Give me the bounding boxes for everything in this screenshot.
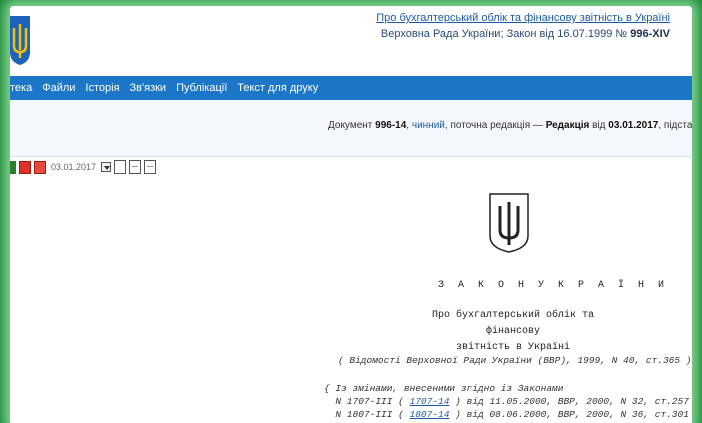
law-number: 996-XIV <box>630 28 670 40</box>
changes-heading: { Із змінами, внесеними згідно із Закона… <box>324 383 564 394</box>
pdf-icon[interactable] <box>19 160 31 174</box>
doc-status-link[interactable]: чинний, <box>412 120 448 131</box>
print-document-icon[interactable] <box>144 160 157 174</box>
edit-icon[interactable] <box>10 160 16 174</box>
law-changes: { Із змінами, внесеними згідно із Закона… <box>324 382 689 421</box>
edition-date-select[interactable]: 03.01.2017 <box>51 162 96 172</box>
doc-edition-label: Редакція <box>545 120 590 131</box>
pdf-download-icon[interactable] <box>34 160 46 174</box>
document-subtitle: Верховна Рада України; Закон від 16.07.1… <box>381 28 670 40</box>
chevron-down-icon[interactable] <box>101 162 112 172</box>
change-number: N 1707-III <box>335 396 393 407</box>
coat-of-arms-icon <box>489 193 529 253</box>
doc-mid-text: поточна редакція — <box>450 120 543 131</box>
change-link[interactable]: 1707-14 <box>410 396 450 407</box>
doc-prefix: Документ <box>328 120 373 131</box>
change-row: N 1707-III ( 1707-14 ) від 11.05.2000, В… <box>335 396 689 407</box>
law-text: З А К О Н У К Р А Ї Н И Про бухгалтерськ… <box>10 182 692 423</box>
main-nav: тека Файли Історія Зв'язки Публікації Те… <box>10 76 692 100</box>
text-document-icon[interactable] <box>129 160 142 174</box>
change-link[interactable]: 1807-14 <box>410 409 450 420</box>
site-header: Про бухгалтерський облік та фінансову зв… <box>10 6 692 76</box>
doc-edition-date: 03.01.2017 <box>608 120 659 131</box>
trident-logo-icon <box>10 16 30 65</box>
law-source: ( Відомості Верховної Ради України (ВВР)… <box>338 355 692 366</box>
doc-tail-text: , підстава 170 <box>658 120 692 131</box>
change-number: N 1807-III <box>335 409 393 420</box>
nav-item-links[interactable]: Зв'язки <box>130 82 167 94</box>
nav-item-history[interactable]: Історія <box>85 82 119 94</box>
change-row: N 1807-III ( 1807-14 ) від 08.06.2000, В… <box>335 409 689 420</box>
law-name-line-1: Про бухгалтерський облік та фінансову <box>431 310 595 337</box>
document-info-bar: Документ 996-14, чинний, поточна редакці… <box>10 100 692 157</box>
browser-window: Про бухгалтерський облік та фінансову зв… <box>10 6 692 423</box>
law-heading: З А К О Н У К Р А Ї Н И <box>438 280 669 291</box>
nav-item-print-text[interactable]: Текст для друку <box>237 82 318 94</box>
change-details: від 08.06.2000, ВВР, 2000, N 36, ст.301 <box>466 409 689 420</box>
nav-item-files[interactable]: Файли <box>42 82 75 94</box>
doc-from-text: від <box>592 120 606 131</box>
document-icon[interactable] <box>114 160 127 174</box>
document-toolbar: 03.01.2017 <box>10 158 157 176</box>
doc-id: 996-14 <box>375 120 407 131</box>
document-status-line: Документ 996-14, чинний, поточна редакці… <box>328 120 692 131</box>
document-title-link[interactable]: Про бухгалтерський облік та фінансову зв… <box>376 12 670 24</box>
change-details: від 11.05.2000, ВВР, 2000, N 32, ст.257 <box>466 396 689 407</box>
nav-item-publications[interactable]: Публікації <box>176 82 227 94</box>
nav-item-text[interactable]: тека <box>10 82 32 94</box>
subtitle-text: Верховна Рада України; Закон від 16.07.1… <box>380 28 628 40</box>
law-name-line-2: звітність в Україні <box>455 342 571 353</box>
law-name: Про бухгалтерський облік та фінансову зв… <box>405 308 621 356</box>
